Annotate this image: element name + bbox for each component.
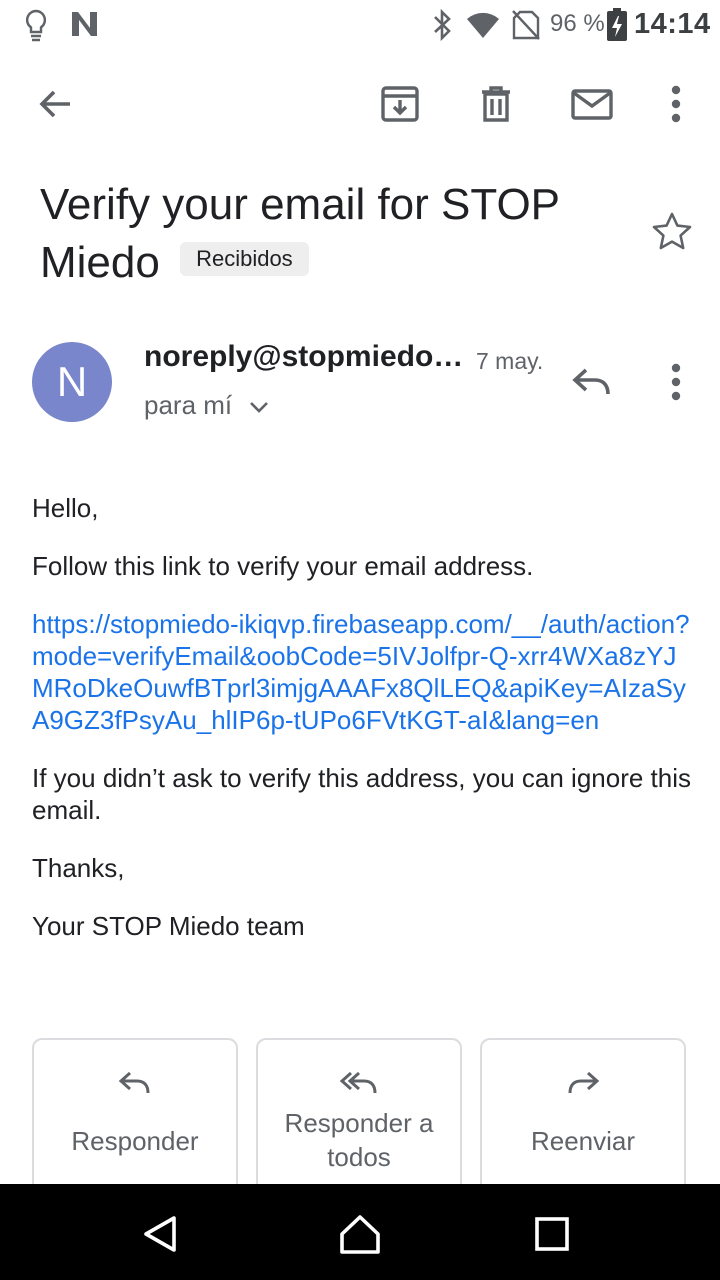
back-button[interactable] (30, 78, 82, 130)
recipient-toggle[interactable]: para mí (144, 390, 269, 421)
reply-icon (572, 368, 610, 395)
sender-avatar[interactable]: N (32, 342, 112, 422)
back-arrow-icon (39, 90, 70, 118)
instruction: Follow this link to verify your email ad… (32, 551, 534, 581)
email-body: Hello, Follow this link to verify your e… (32, 492, 692, 968)
recipient-label: para mí (144, 390, 233, 420)
reply-all-button[interactable]: Responder a todos (256, 1038, 462, 1198)
nav-home-icon[interactable] (338, 1212, 382, 1256)
battery-charging-icon (607, 8, 627, 41)
chevron-down-icon (250, 402, 269, 413)
bluetooth-icon (434, 8, 451, 42)
star-icon (652, 212, 692, 250)
message-more-button[interactable] (650, 356, 702, 408)
reply-all-label: Responder a todos (284, 1108, 434, 1172)
clock: 14:14 (634, 8, 711, 40)
email-subject: Verify your email for STOP Miedo Recibid… (40, 176, 620, 292)
verification-link[interactable]: https://stopmiedo-ikiqvp.firebaseapp.com… (32, 609, 690, 735)
more-options-button[interactable] (650, 78, 702, 130)
lightbulb-icon (25, 9, 47, 42)
star-button[interactable] (648, 208, 696, 256)
no-sim-icon (512, 10, 540, 40)
reply-quick-button[interactable] (566, 356, 618, 408)
sender-name[interactable]: noreply@stopmiedo-ikiqvp.firebaseapp.com (144, 340, 464, 374)
n-app-icon (72, 12, 97, 36)
more-vert-icon (671, 85, 681, 123)
reply-icon (118, 1071, 150, 1094)
greeting: Hello, (32, 493, 99, 523)
delete-button[interactable] (470, 78, 522, 130)
mark-unread-button[interactable] (566, 78, 618, 130)
ignore-notice: If you didn’t ask to verify this address… (32, 763, 692, 825)
archive-button[interactable] (374, 78, 426, 130)
mark-unread-icon (571, 89, 613, 120)
forward-label: Reenviar (530, 1126, 636, 1156)
delete-icon (482, 86, 510, 122)
reply-all-icon (339, 1071, 377, 1094)
archive-icon (381, 86, 419, 122)
reply-button[interactable]: Responder (32, 1038, 238, 1198)
battery-percent: 96 % (550, 10, 605, 37)
nav-recents-icon[interactable] (534, 1216, 570, 1252)
reply-label: Responder (71, 1126, 199, 1156)
status-bar: 96 % 14:14 (0, 0, 720, 52)
email-date: 7 may. (476, 348, 544, 374)
forward-button[interactable]: Reenviar (480, 1038, 686, 1198)
wifi-icon (467, 12, 499, 39)
nav-back-icon[interactable] (140, 1214, 180, 1254)
signature: Your STOP Miedo team (32, 911, 305, 941)
thanks: Thanks, (32, 853, 125, 883)
navigation-bar (0, 1184, 720, 1280)
more-vert-icon (671, 363, 681, 401)
forward-icon (568, 1071, 600, 1094)
inbox-label-chip[interactable]: Recibidos (180, 242, 309, 277)
